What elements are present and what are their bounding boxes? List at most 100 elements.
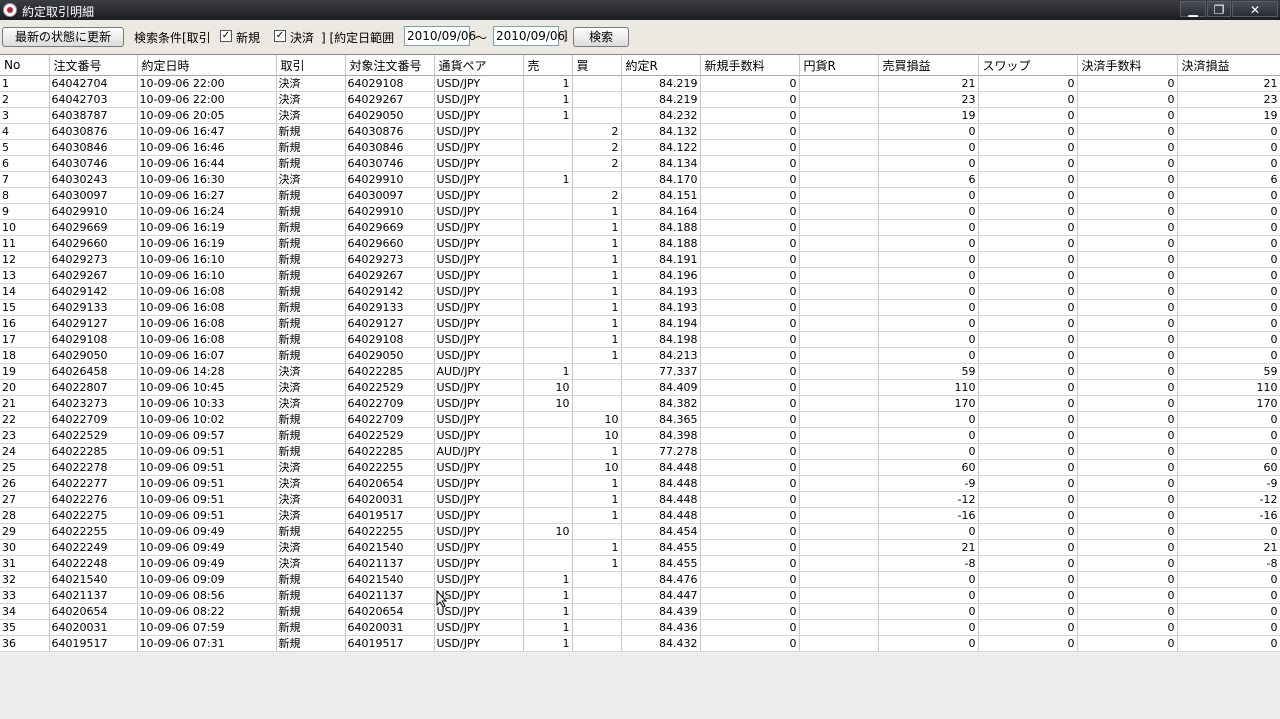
table-row[interactable]: 1 64042704 10-09-06 22:00 決済 64029108 USD/JPY… bbox=[0, 75, 1280, 92]
column-header[interactable]: 売 bbox=[523, 55, 573, 76]
table-cell: 84.132 bbox=[621, 123, 701, 140]
table-cell bbox=[523, 139, 573, 156]
table-cell: 12 bbox=[0, 251, 50, 268]
table-row[interactable]: 3 64038787 10-09-06 20:05 決済 64029050 USD/JPY… bbox=[0, 107, 1280, 124]
table-row[interactable]: 7 64030243 10-09-06 16:30 決済 64029910 USD/JPY… bbox=[0, 171, 1280, 188]
column-header[interactable]: 売買損益 bbox=[878, 55, 979, 76]
column-header[interactable]: 新規手数料 bbox=[700, 55, 800, 76]
table-cell: 0 bbox=[878, 235, 979, 252]
table-cell: 0 bbox=[978, 539, 1078, 556]
column-header[interactable]: 取引 bbox=[276, 55, 346, 76]
table-cell: 64029127 bbox=[345, 315, 435, 332]
table-row[interactable]: 34 64020654 10-09-06 08:22 新規 64020654 USD/JP… bbox=[0, 603, 1280, 620]
table-row[interactable]: 13 64029267 10-09-06 16:10 新規 64029267 USD/JP… bbox=[0, 267, 1280, 284]
minimize-button[interactable]: ▁ bbox=[1180, 1, 1206, 17]
app-logo-icon bbox=[3, 3, 17, 17]
table-row[interactable]: 12 64029273 10-09-06 16:10 新規 64029273 USD/JP… bbox=[0, 251, 1280, 268]
table-row[interactable]: 33 64021137 10-09-06 08:56 新規 64021137 USD/JP… bbox=[0, 587, 1280, 604]
table-row[interactable]: 19 64026458 10-09-06 14:28 決済 64022285 AUD/JP… bbox=[0, 363, 1280, 380]
settle-checkbox[interactable]: ✓ bbox=[274, 30, 286, 42]
table-cell bbox=[799, 411, 879, 428]
date-from-field[interactable]: 2010/09/06 bbox=[404, 26, 476, 46]
new-checkbox[interactable]: ✓ bbox=[220, 30, 232, 42]
refresh-button[interactable]: 最新の状態に更新 bbox=[2, 27, 124, 47]
table-cell: 10-09-06 09:49 bbox=[137, 523, 277, 540]
table-cell: 2 bbox=[572, 139, 622, 156]
search-button[interactable]: 検索 bbox=[573, 27, 629, 47]
table-row[interactable]: 14 64029142 10-09-06 16:08 新規 64029142 USD/JP… bbox=[0, 283, 1280, 300]
table-cell: 10-09-06 16:10 bbox=[137, 251, 277, 268]
table-row[interactable]: 30 64022249 10-09-06 09:49 決済 64021540 USD/JP… bbox=[0, 539, 1280, 556]
table-row[interactable]: 6 64030746 10-09-06 16:44 新規 64030746 USD/JPY… bbox=[0, 155, 1280, 172]
table-cell bbox=[799, 267, 879, 284]
column-header[interactable]: 約定R bbox=[621, 55, 701, 76]
table-row[interactable]: 11 64029660 10-09-06 16:19 新規 64029660 USD/JP… bbox=[0, 235, 1280, 252]
table-row[interactable]: 10 64029669 10-09-06 16:19 新規 64029669 USD/JP… bbox=[0, 219, 1280, 236]
table-cell: 10-09-06 09:49 bbox=[137, 539, 277, 556]
table-cell: 0 bbox=[700, 379, 800, 396]
table-row[interactable]: 29 64022255 10-09-06 09:49 新規 64022255 USD/JP… bbox=[0, 523, 1280, 540]
column-header[interactable]: 約定日時 bbox=[137, 55, 277, 76]
column-header[interactable]: No bbox=[0, 55, 50, 76]
table-cell: 1 bbox=[523, 171, 573, 188]
table-cell: 84.476 bbox=[621, 571, 701, 588]
table-row[interactable]: 36 64019517 10-09-06 07:31 新規 64019517 USD/JP… bbox=[0, 635, 1280, 652]
table-cell: 1 bbox=[572, 555, 622, 572]
table-row[interactable]: 25 64022278 10-09-06 09:51 決済 64022255 USD/JP… bbox=[0, 459, 1280, 476]
table-cell bbox=[523, 443, 573, 460]
table-row[interactable]: 4 64030876 10-09-06 16:47 新規 64030876 USD/JPY… bbox=[0, 123, 1280, 140]
table-row[interactable]: 32 64021540 10-09-06 09:09 新規 64021540 USD/JP… bbox=[0, 571, 1280, 588]
table-cell: 64021540 bbox=[345, 539, 435, 556]
table-row[interactable]: 9 64029910 10-09-06 16:24 新規 64029910 USD/JPY… bbox=[0, 203, 1280, 220]
table-cell: USD/JPY bbox=[434, 331, 524, 348]
table-row[interactable]: 8 64030097 10-09-06 16:27 新規 64030097 USD/JPY… bbox=[0, 187, 1280, 204]
table-cell: 0 bbox=[978, 507, 1078, 524]
table-cell: 0 bbox=[1177, 523, 1280, 540]
table-row[interactable]: 18 64029050 10-09-06 16:07 新規 64029050 USD/JP… bbox=[0, 347, 1280, 364]
table-row[interactable]: 31 64022248 10-09-06 09:49 決済 64021137 USD/JP… bbox=[0, 555, 1280, 572]
table-row[interactable]: 28 64022275 10-09-06 09:51 決済 64019517 USD/JP… bbox=[0, 507, 1280, 524]
column-header[interactable]: 決済損益 bbox=[1177, 55, 1280, 76]
column-header[interactable]: 買 bbox=[572, 55, 622, 76]
table-row[interactable]: 2 64042703 10-09-06 22:00 決済 64029267 USD/JPY… bbox=[0, 91, 1280, 108]
table-cell: 10-09-06 16:47 bbox=[137, 123, 277, 140]
window-title: 約定取引明細 bbox=[22, 5, 95, 19]
table-row[interactable]: 24 64022285 10-09-06 09:51 新規 64022285 AUD/JP… bbox=[0, 443, 1280, 460]
table-cell bbox=[799, 475, 879, 492]
table-cell: 新規 bbox=[276, 155, 346, 172]
table-row[interactable]: 27 64022276 10-09-06 09:51 決済 64020031 USD/JP… bbox=[0, 491, 1280, 508]
table-cell: USD/JPY bbox=[434, 75, 524, 92]
table-cell: 84.448 bbox=[621, 459, 701, 476]
table-cell: 64020031 bbox=[345, 619, 435, 636]
table-cell: 10-09-06 09:49 bbox=[137, 555, 277, 572]
column-header[interactable]: 円貨R bbox=[799, 55, 879, 76]
column-header[interactable]: スワップ bbox=[978, 55, 1078, 76]
table-row[interactable]: 20 64022807 10-09-06 10:45 決済 64022529 USD/JP… bbox=[0, 379, 1280, 396]
table-row[interactable]: 23 64022529 10-09-06 09:57 新規 64022529 USD/JP… bbox=[0, 427, 1280, 444]
date-to-field[interactable]: 2010/09/06 bbox=[493, 26, 565, 46]
table-cell: 36 bbox=[0, 635, 50, 652]
column-header[interactable]: 決済手数料 bbox=[1077, 55, 1178, 76]
column-header[interactable]: 対象注文番号 bbox=[345, 55, 435, 76]
table-cell: 64021137 bbox=[49, 587, 138, 604]
table-row[interactable]: 15 64029133 10-09-06 16:08 新規 64029133 USD/JP… bbox=[0, 299, 1280, 316]
table-cell: 170 bbox=[1177, 395, 1280, 412]
close-button[interactable]: ✕ bbox=[1232, 1, 1278, 17]
table-cell: 新規 bbox=[276, 347, 346, 364]
column-header[interactable]: 通貨ペア bbox=[434, 55, 524, 76]
table-cell bbox=[799, 459, 879, 476]
table-row[interactable]: 5 64030846 10-09-06 16:46 新規 64030846 USD/JPY… bbox=[0, 139, 1280, 156]
table-cell bbox=[572, 395, 622, 412]
table-row[interactable]: 26 64022277 10-09-06 09:51 決済 64020654 USD/JP… bbox=[0, 475, 1280, 492]
table-row[interactable]: 21 64023273 10-09-06 10:33 決済 64022709 USD/JP… bbox=[0, 395, 1280, 412]
table-cell: 0 bbox=[700, 123, 800, 140]
table-row[interactable]: 35 64020031 10-09-06 07:59 新規 64020031 USD/JP… bbox=[0, 619, 1280, 636]
table-row[interactable]: 22 64022709 10-09-06 10:02 新規 64022709 USD/JP… bbox=[0, 411, 1280, 428]
maximize-button[interactable]: ❐ bbox=[1207, 1, 1231, 17]
table-cell: 1 bbox=[572, 267, 622, 284]
table-cell: 0 bbox=[878, 203, 979, 220]
column-header[interactable]: 注文番号 bbox=[49, 55, 138, 76]
table-row[interactable]: 17 64029108 10-09-06 16:08 新規 64029108 USD/JP… bbox=[0, 331, 1280, 348]
table-cell bbox=[523, 507, 573, 524]
table-row[interactable]: 16 64029127 10-09-06 16:08 新規 64029127 USD/JP… bbox=[0, 315, 1280, 332]
